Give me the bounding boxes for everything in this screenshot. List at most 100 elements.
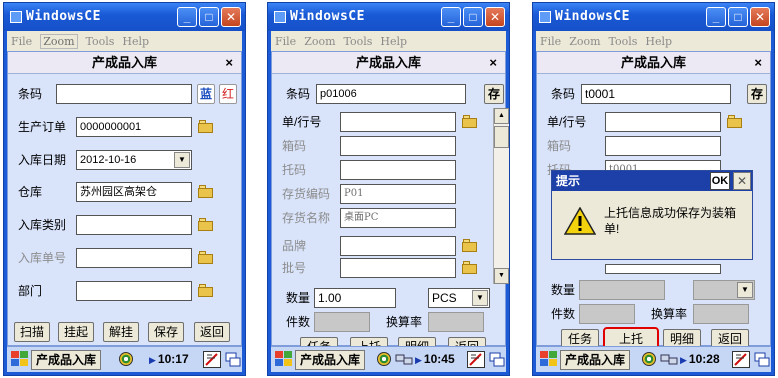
unit-select[interactable]: PCS ▼ <box>428 288 490 308</box>
network-icon[interactable] <box>395 353 413 365</box>
dialog-close-icon[interactable]: ✕ <box>733 172 751 190</box>
minimize-button[interactable]: _ <box>441 7 461 27</box>
network-icon[interactable] <box>660 353 678 365</box>
menu-file[interactable]: File <box>11 35 32 48</box>
scroll-down-icon[interactable]: ▼ <box>494 268 509 284</box>
brand-input[interactable] <box>340 236 456 256</box>
form-close-icon[interactable]: × <box>754 52 762 74</box>
dialog-titlebar: 提示 OK ✕ <box>552 171 752 191</box>
pallet-code-input[interactable] <box>340 160 456 180</box>
menu-help[interactable]: Help <box>122 35 149 48</box>
menu-help[interactable]: Help <box>380 35 407 48</box>
resume-button[interactable]: 解挂 <box>103 322 139 342</box>
form-panel: 产成品入库 × 条码 t0001 存 单/行号 箱码 托码 t0001 数量 ▼… <box>536 51 771 351</box>
folder-icon[interactable] <box>198 185 214 198</box>
taskbar-app-button[interactable]: 产成品入库 <box>560 350 631 370</box>
dept-input[interactable] <box>76 281 192 301</box>
close-window-button[interactable]: ✕ <box>485 7 505 27</box>
folder-icon[interactable] <box>198 284 214 297</box>
start-icon[interactable] <box>11 351 29 367</box>
qty-input[interactable]: 1.00 <box>314 288 396 308</box>
form-panel: 产成品入库 × 条码 蓝 红 生产订单 0000000001 入库日期 2012… <box>7 51 242 346</box>
warehouse-input[interactable]: 苏州园区高架仓 <box>76 182 192 202</box>
maximize-button[interactable]: □ <box>728 7 748 27</box>
maximize-button[interactable]: □ <box>199 7 219 27</box>
menu-zoom[interactable]: Zoom <box>569 35 600 48</box>
keyboard-icon[interactable] <box>203 351 221 368</box>
menu-zoom[interactable]: Zoom <box>40 33 78 49</box>
dialog-message: 上托信息成功保存为装箱单! <box>604 206 737 236</box>
taskbar-app-button[interactable]: 产成品入库 <box>31 350 102 370</box>
close-window-button[interactable]: ✕ <box>750 7 770 27</box>
qty-field <box>579 280 665 300</box>
box-code-input[interactable] <box>340 136 456 156</box>
scan-button[interactable]: 扫描 <box>14 322 50 342</box>
save-barcode-button[interactable]: 存 <box>484 84 504 104</box>
red-button[interactable]: 红 <box>219 84 237 104</box>
barcode-label: 条码 <box>551 87 576 101</box>
folder-icon[interactable] <box>462 115 478 128</box>
menu-file[interactable]: File <box>275 35 296 48</box>
box-code-label: 箱码 <box>282 139 307 153</box>
close-window-button[interactable]: ✕ <box>221 7 241 27</box>
chevron-down-icon[interactable]: ▼ <box>174 152 190 168</box>
keyboard-icon[interactable] <box>467 351 485 368</box>
scroll-thumb[interactable] <box>494 126 509 148</box>
form-title: 产成品入库 <box>620 55 686 70</box>
scroll-up-icon[interactable]: ▲ <box>494 108 509 124</box>
vertical-scrollbar[interactable]: ▲ ▼ <box>493 108 509 284</box>
sync-icon[interactable] <box>642 352 656 366</box>
menu-tools[interactable]: Tools <box>609 35 638 48</box>
save-barcode-button[interactable]: 存 <box>747 84 767 104</box>
taskbar-app-button[interactable]: 产成品入库 <box>295 350 366 370</box>
menu-file[interactable]: File <box>540 35 561 48</box>
line-no-input[interactable] <box>605 112 721 132</box>
folder-icon[interactable] <box>198 218 214 231</box>
dialog-ok-button[interactable]: OK <box>710 172 730 190</box>
box-code-input[interactable] <box>605 136 721 156</box>
folder-icon[interactable] <box>462 261 478 274</box>
pieces-field <box>579 304 635 324</box>
in-type-input[interactable] <box>76 215 192 235</box>
chevron-down-icon[interactable]: ▼ <box>737 282 753 298</box>
minimize-button[interactable]: _ <box>177 7 197 27</box>
minimize-button[interactable]: _ <box>706 7 726 27</box>
folder-icon[interactable] <box>462 239 478 252</box>
warehouse-label: 仓库 <box>18 185 43 199</box>
prod-order-input[interactable]: 0000000001 <box>76 117 192 137</box>
sync-icon[interactable] <box>119 352 133 366</box>
batch-input[interactable] <box>340 258 456 278</box>
keyboard-icon[interactable] <box>732 351 750 368</box>
taskbar: 产成品入库 ▶ 10:28 <box>536 346 771 372</box>
menu-help[interactable]: Help <box>645 35 672 48</box>
device-window-2: WindowsCE _ □ ✕ File Zoom Tools Help 产成品… <box>267 2 510 376</box>
menu-tools[interactable]: Tools <box>86 35 115 48</box>
suspend-button[interactable]: 挂起 <box>58 322 94 342</box>
barcode-input[interactable]: p01006 <box>316 84 466 104</box>
back-button[interactable]: 返回 <box>194 322 230 342</box>
folder-icon[interactable] <box>727 115 743 128</box>
windows-icon[interactable] <box>754 351 770 368</box>
start-icon[interactable] <box>275 351 293 367</box>
windows-icon[interactable] <box>225 351 241 368</box>
form-close-icon[interactable]: × <box>489 52 497 74</box>
start-icon[interactable] <box>540 351 558 367</box>
line-no-input[interactable] <box>340 112 456 132</box>
folder-icon[interactable] <box>198 120 214 133</box>
maximize-button[interactable]: □ <box>463 7 483 27</box>
form-close-icon[interactable]: × <box>225 52 233 74</box>
sync-icon[interactable] <box>377 352 391 366</box>
blue-button[interactable]: 蓝 <box>197 84 215 104</box>
chevron-down-icon[interactable]: ▼ <box>472 290 488 306</box>
in-no-input[interactable] <box>76 248 192 268</box>
barcode-input[interactable]: t0001 <box>581 84 731 104</box>
windows-icon[interactable] <box>489 351 505 368</box>
unit-select[interactable]: ▼ <box>693 280 755 300</box>
folder-icon[interactable] <box>198 251 214 264</box>
in-date-picker[interactable]: 2012-10-16 ▼ <box>76 150 192 170</box>
save-button[interactable]: 保存 <box>148 322 184 342</box>
menu-tools[interactable]: Tools <box>344 35 373 48</box>
menu-zoom[interactable]: Zoom <box>304 35 335 48</box>
dept-label: 部门 <box>18 284 43 298</box>
barcode-input[interactable] <box>56 84 192 104</box>
